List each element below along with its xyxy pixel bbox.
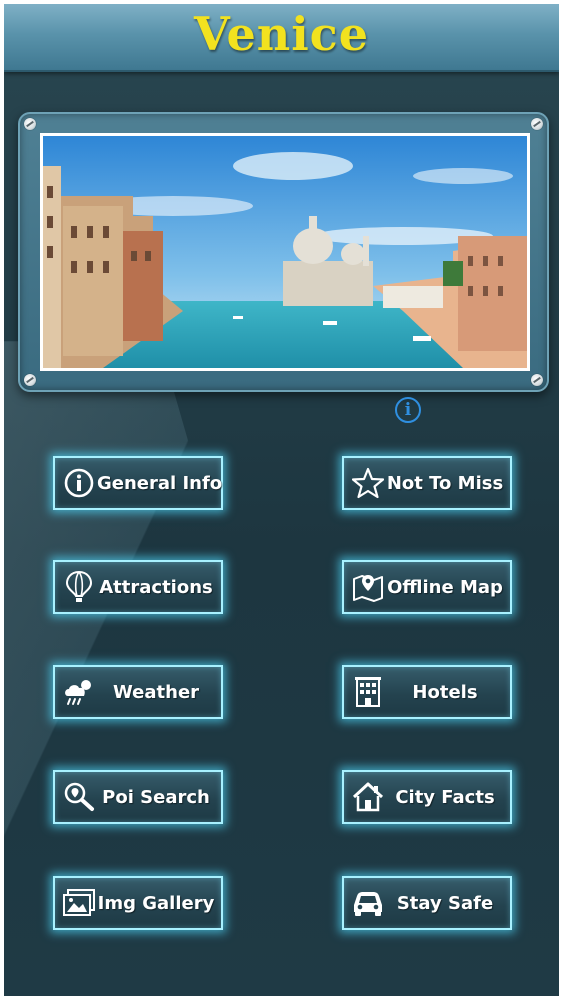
- general-info-label: General Info: [97, 472, 223, 494]
- hotels-button[interactable]: Hotels: [342, 665, 512, 719]
- car-icon: [350, 885, 386, 921]
- app-screen: Venice i General Info Not To Miss Attrac…: [4, 4, 559, 996]
- image-gallery-icon: [61, 885, 97, 921]
- poi-search-label: Poi Search: [102, 786, 210, 808]
- star-icon: [350, 465, 386, 501]
- screw-icon: [24, 374, 36, 386]
- building-icon: [350, 674, 386, 710]
- info-circle-icon: [61, 465, 97, 501]
- page-title: Venice: [194, 7, 369, 61]
- city-facts-button[interactable]: City Facts: [342, 770, 512, 824]
- screw-icon: [24, 118, 36, 130]
- attractions-button[interactable]: Attractions: [53, 560, 223, 614]
- offline-map-label: Offline Map: [387, 576, 503, 598]
- offline-map-button[interactable]: Offline Map: [342, 560, 512, 614]
- cloud-rain-icon: [61, 674, 97, 710]
- poi-search-button[interactable]: Poi Search: [53, 770, 223, 824]
- stay-safe-button[interactable]: Stay Safe: [342, 876, 512, 930]
- app-header: Venice: [4, 4, 559, 72]
- weather-button[interactable]: Weather: [53, 665, 223, 719]
- not-to-miss-label: Not To Miss: [386, 472, 504, 494]
- hero-image-frame: [18, 112, 549, 392]
- search-location-icon: [61, 779, 97, 815]
- city-facts-label: City Facts: [395, 786, 495, 808]
- screw-icon: [531, 118, 543, 130]
- map-pin-icon: [350, 569, 386, 605]
- general-info-button[interactable]: General Info: [53, 456, 223, 510]
- screw-icon: [531, 374, 543, 386]
- hotels-label: Hotels: [412, 681, 478, 703]
- attractions-label: Attractions: [99, 576, 213, 598]
- house-icon: [350, 779, 386, 815]
- not-to-miss-button[interactable]: Not To Miss: [342, 456, 512, 510]
- stay-safe-label: Stay Safe: [396, 892, 494, 914]
- info-icon: i: [404, 400, 412, 420]
- img-gallery-button[interactable]: Img Gallery: [53, 876, 223, 930]
- img-gallery-label: Img Gallery: [97, 892, 215, 914]
- weather-label: Weather: [112, 681, 200, 703]
- venice-canal-photo: [40, 133, 530, 371]
- info-button[interactable]: i: [395, 397, 421, 423]
- hot-air-balloon-icon: [61, 569, 97, 605]
